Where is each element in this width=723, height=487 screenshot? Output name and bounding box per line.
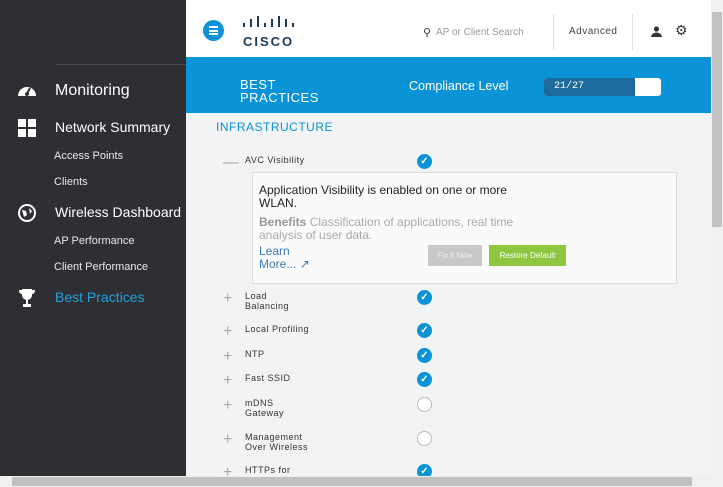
section-title: INFRASTRUCTURE [216,120,333,134]
sidebar-item-label: Network Summary [55,119,171,135]
cisco-logo: cisco [241,15,296,49]
name-line: HTTPs for [245,465,291,475]
collapse-icon[interactable]: — [223,154,239,172]
advanced-link[interactable]: Advanced [569,26,617,37]
practice-row[interactable]: + Load Balancing ✓ [186,290,711,321]
globe-icon [18,204,36,222]
sidebar-item-label: Best Practices [55,289,145,305]
fix-it-now-button[interactable]: Fix it Now [428,245,482,266]
hamburger-icon [209,26,218,35]
content: INFRASTRUCTURE — AVC Visibility ✓ Applic… [186,113,711,476]
practice-name: mDNS Gateway [245,398,284,418]
compliance-label: Compliance Level [409,79,509,93]
search-box[interactable]: ⚲ AP or Client Search [423,26,543,40]
name-line: Gateway [245,408,285,418]
external-link-icon: ↗ [299,257,310,271]
practice-name: AVC Visibility [245,155,305,165]
unchecked-circle-icon [417,397,432,412]
benefits-label: Benefits [259,215,307,229]
practice-name: Local Profiling [245,324,309,334]
details-benefits: Benefits Classification of applications,… [259,216,519,242]
sidebar-item-network-summary[interactable]: Network Summary [0,116,186,140]
check-icon: ✓ [417,290,432,305]
practice-row[interactable]: + HTTPs for ✓ [186,464,711,476]
name-line: mDNS [245,398,274,408]
gear-icon[interactable]: ⚙ [675,22,688,39]
details-message: Application Visibility is enabled on one… [259,183,507,210]
unchecked-circle-icon [417,431,432,446]
name-line: Management [245,432,303,442]
check-icon: ✓ [417,464,432,476]
sidebar: Monitoring Network Summary Access Points… [0,0,186,476]
compliance-value: 21/27 [554,81,585,92]
check-icon: ✓ [417,323,432,338]
name-line: Local Profiling [245,324,310,334]
search-input[interactable]: AP or Client Search [436,27,524,38]
learn-more-text: Learn More... [259,244,297,271]
trophy-icon [19,289,35,307]
expand-icon[interactable]: + [223,323,232,341]
cisco-wordmark: cisco [243,34,295,49]
horizontal-scrollbar[interactable] [0,476,723,487]
expand-icon[interactable]: + [223,372,232,390]
divider [553,14,554,50]
expand-icon[interactable]: + [223,290,232,308]
search-icon: ⚲ [423,27,432,39]
expand-icon[interactable]: + [223,464,232,476]
page-title: BEST PRACTICES [240,78,319,104]
sidebar-item-clients[interactable]: Clients [54,176,88,188]
practice-name: Management Over Wireless [245,432,308,452]
learn-more-link[interactable]: Learn More... ↗ [259,245,319,271]
sidebar-item-label: Monitoring [55,82,130,99]
sidebar-item-monitoring[interactable]: Monitoring [0,79,186,103]
practice-name: Fast SSID [245,373,291,383]
grid-icon [18,119,36,137]
check-icon: ✓ [417,348,432,363]
check-icon: ✓ [417,154,432,169]
name-line: Balancing [245,301,290,311]
restore-default-button[interactable]: Restore Default [489,245,566,266]
name-line: Fast SSID [245,373,291,383]
name-line: Over Wireless [245,442,309,452]
page-banner: BEST PRACTICES Compliance Level 21/27 [186,57,711,113]
practice-row[interactable]: + mDNS Gateway [186,397,711,428]
name-line: Load [245,291,268,301]
compliance-progress: 21/27 [544,78,661,96]
practice-name: HTTPs for [245,465,291,475]
divider [56,64,186,65]
practice-name: Load Balancing [245,291,289,311]
dashboard-icon [18,87,36,96]
sidebar-item-label: Wireless Dashboard [55,204,182,220]
practice-name: NTP [245,349,265,359]
scroll-thumb[interactable] [12,477,692,486]
check-icon: ✓ [417,372,432,387]
sidebar-item-best-practices[interactable]: Best Practices [0,286,186,310]
expand-icon[interactable]: + [223,431,232,449]
user-icon[interactable] [651,26,662,37]
sidebar-item-client-performance[interactable]: Client Performance [54,261,148,273]
vertical-scrollbar[interactable] [711,0,723,476]
sidebar-item-ap-performance[interactable]: AP Performance [54,235,135,247]
expand-icon[interactable]: + [223,348,232,366]
name-line: NTP [245,349,265,359]
top-bar: cisco ⚲ AP or Client Search Advanced ⚙ [186,0,711,57]
menu-button[interactable] [203,20,224,41]
scroll-thumb[interactable] [712,12,722,227]
cisco-bars-icon [243,16,294,27]
sidebar-item-access-points[interactable]: Access Points [54,150,123,162]
title-line: PRACTICES [240,90,319,105]
practice-row[interactable]: + Management Over Wireless [186,431,711,462]
sidebar-item-wireless-dashboard[interactable]: Wireless Dashboard [0,201,186,225]
practice-details: Application Visibility is enabled on one… [252,172,677,284]
divider [632,14,633,50]
expand-icon[interactable]: + [223,397,232,415]
